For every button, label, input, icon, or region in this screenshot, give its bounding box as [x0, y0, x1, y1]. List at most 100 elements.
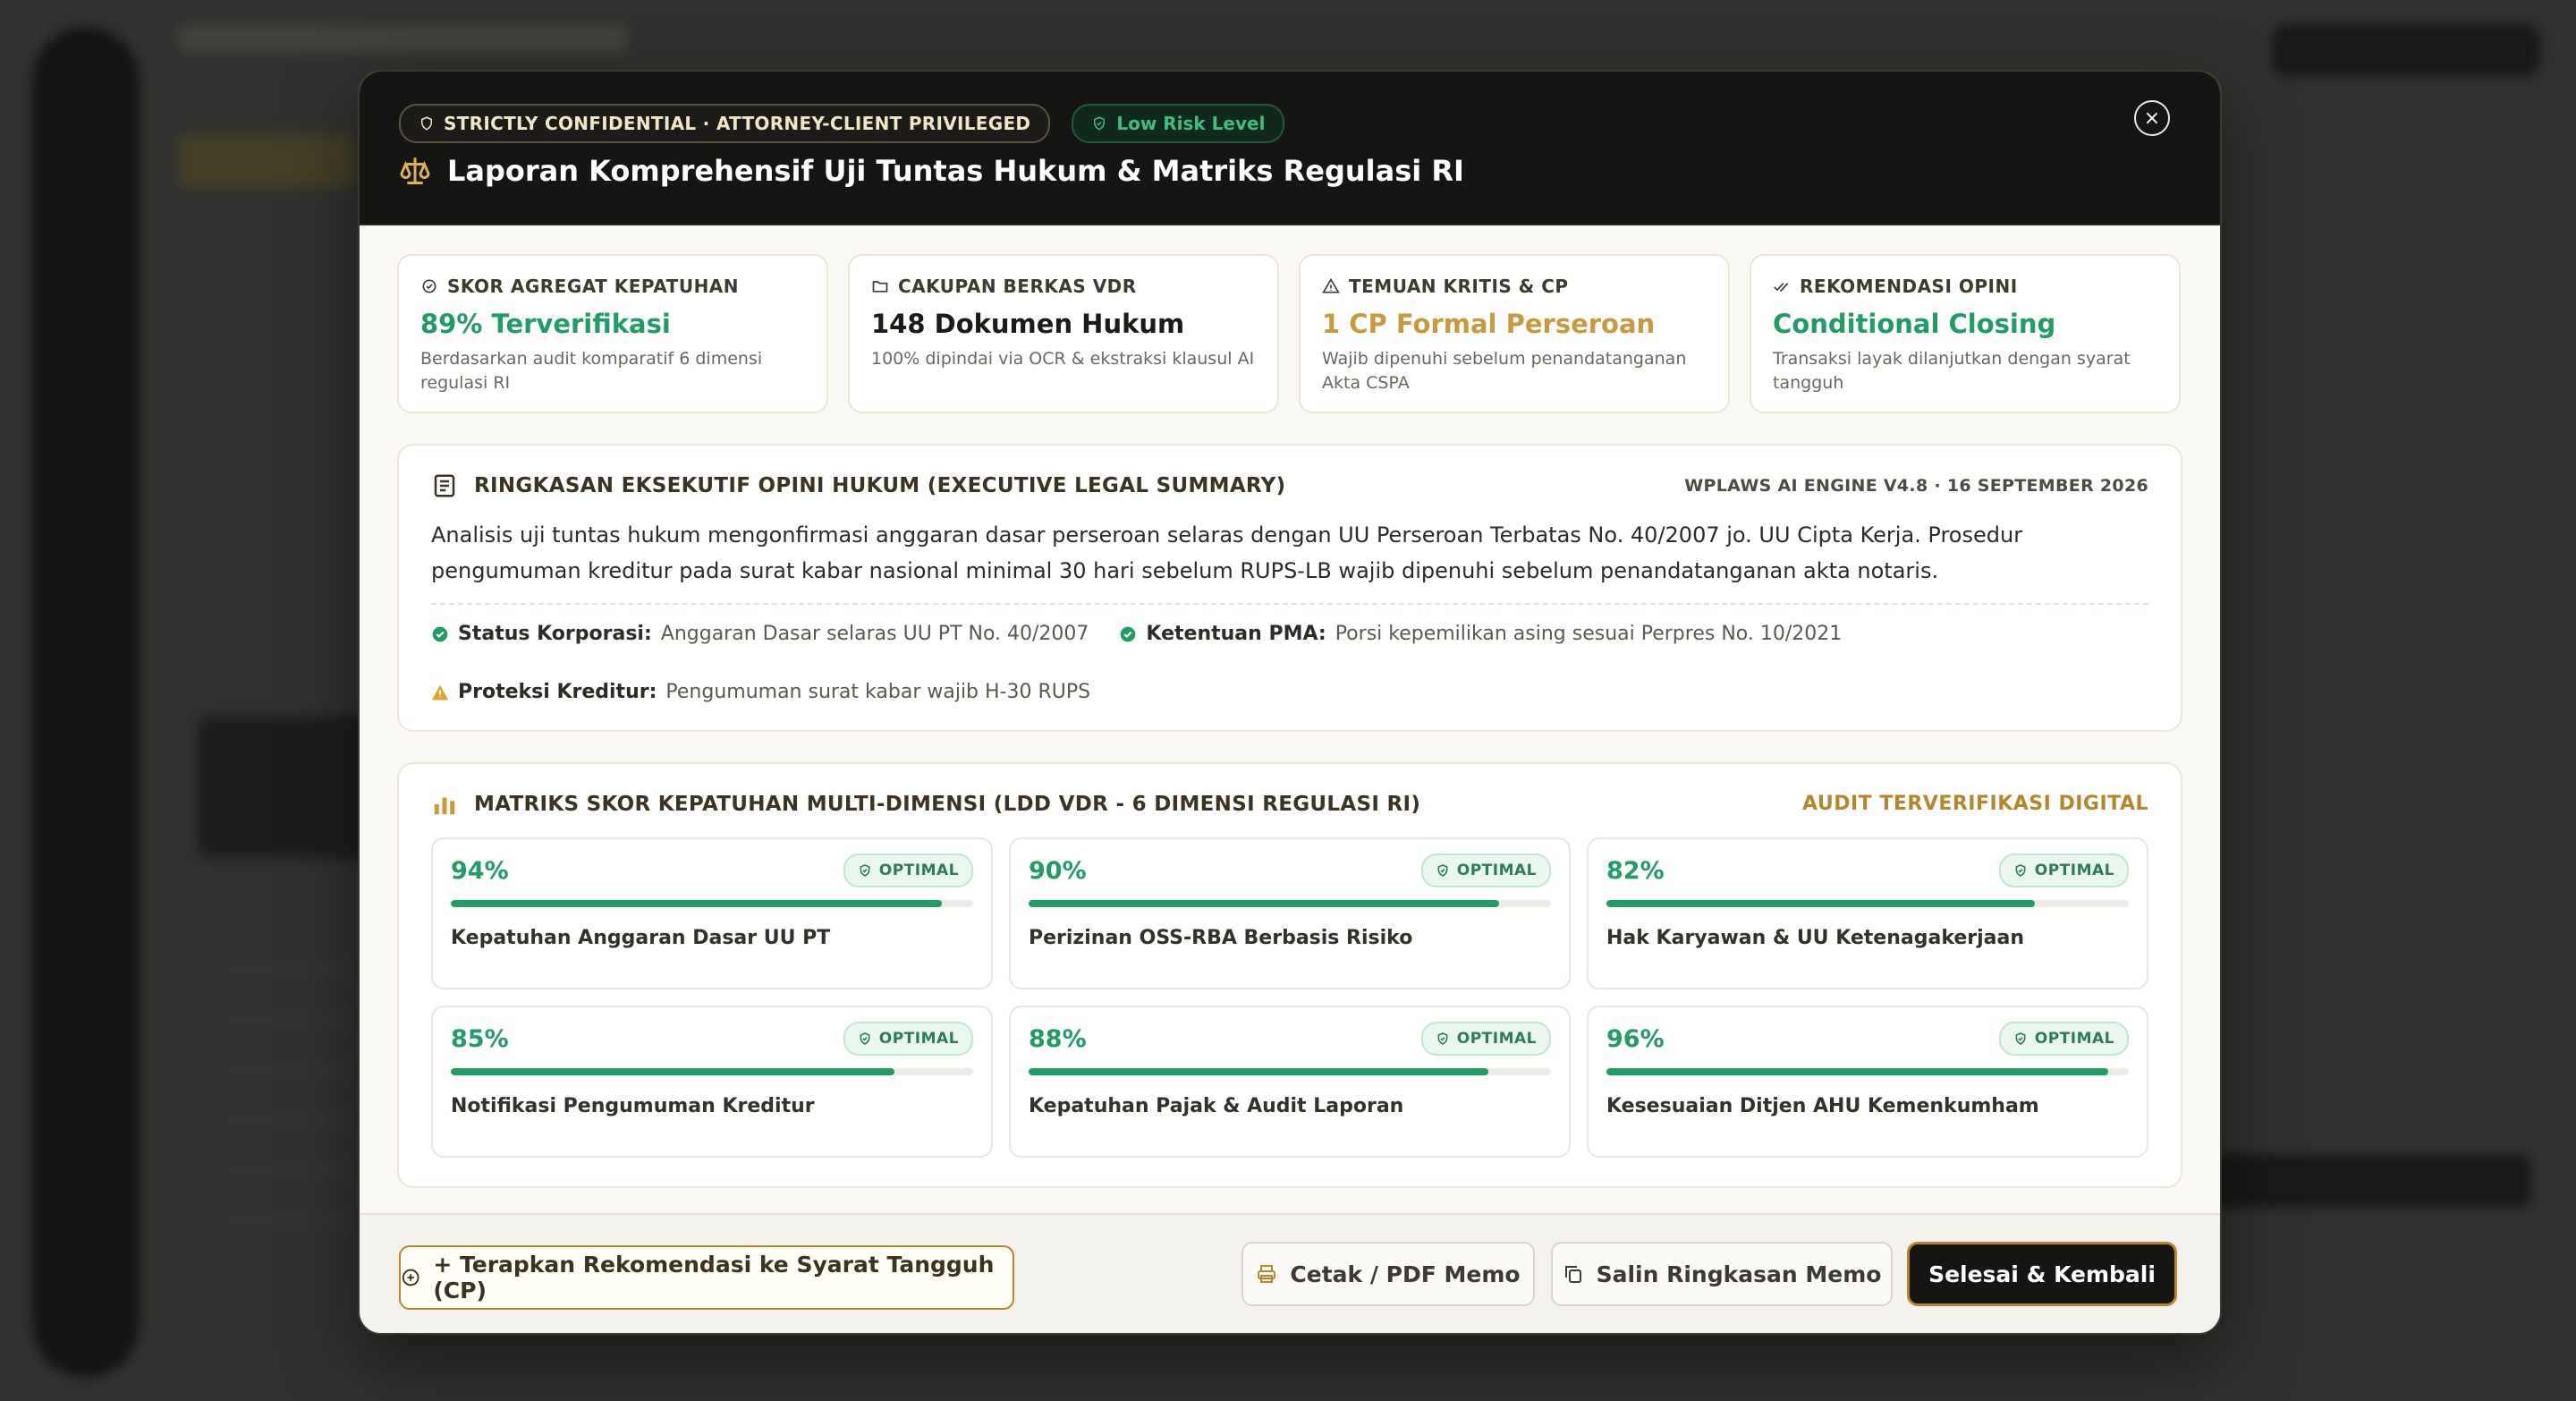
- optimal-badge: OPTIMAL: [1998, 853, 2129, 887]
- finish-return-button[interactable]: Selesai & Kembali: [1907, 1242, 2177, 1306]
- fact-value: Porsi kepemilikan asing sesuai Perpres N…: [1335, 623, 1843, 645]
- confidential-chip: STRICTLY CONFIDENTIAL · ATTORNEY-CLIENT …: [399, 104, 1051, 143]
- fact-value: Anggaran Dasar selaras UU PT No. 40/2007: [660, 623, 1089, 645]
- metric-percent: 96%: [1606, 1024, 1665, 1053]
- optimal-badge: OPTIMAL: [1420, 853, 1551, 887]
- summary-engine-meta: WPLAWS AI ENGINE V4.8 · 16 SEPTEMBER 202…: [1684, 476, 2148, 496]
- folder-icon: [872, 281, 888, 293]
- shield-check-icon: [2015, 1032, 2026, 1045]
- modal-header: STRICTLY CONFIDENTIAL · ATTORNEY-CLIENT …: [360, 72, 2220, 225]
- optimal-badge: OPTIMAL: [843, 853, 973, 887]
- kpi-label: REKOMENDASI OPINI: [1800, 276, 2018, 297]
- print-pdf-button[interactable]: Cetak / PDF Memo: [1241, 1242, 1535, 1306]
- kpi-description: 100% dipindai via OCR & ekstraksi klausu…: [871, 349, 1255, 369]
- progress-bar-fill: [451, 900, 942, 907]
- optimal-badge: OPTIMAL: [1998, 1022, 2129, 1056]
- modal-title-text: Laporan Komprehensif Uji Tuntas Hukum & …: [447, 154, 1464, 188]
- fact-label: Proteksi Kreditur:: [458, 681, 657, 703]
- kpi-label: CAKUPAN BERKAS VDR: [898, 276, 1137, 297]
- progress-bar-fill: [1029, 1068, 1488, 1075]
- kpi-card-opinion-recommendation: REKOMENDASI OPINI Conditional Closing Tr…: [1750, 254, 2181, 413]
- modal-footer: + Terapkan Rekomendasi ke Syarat Tangguh…: [360, 1213, 2220, 1333]
- plus-circle-icon: [402, 1269, 419, 1286]
- summary-heading: RINGKASAN EKSEKUTIF OPINI HUKUM (EXECUTI…: [474, 474, 1286, 497]
- optimal-badge-label: OPTIMAL: [2034, 1030, 2114, 1048]
- shield-icon: [421, 116, 432, 131]
- metric-percent: 85%: [451, 1024, 509, 1053]
- confidential-chip-label: STRICTLY CONFIDENTIAL · ATTORNEY-CLIENT …: [444, 113, 1031, 134]
- warning-triangle-icon: [431, 684, 449, 700]
- metric-name: Kesesuaian Ditjen AHU Kemenkumham: [1606, 1095, 2039, 1117]
- check-circle-icon: [1121, 626, 1136, 641]
- metric-name: Perizinan OSS-RBA Berbasis Risiko: [1029, 927, 1413, 949]
- copy-icon: [1564, 1266, 1581, 1283]
- finish-return-label: Selesai & Kembali: [1928, 1261, 2156, 1287]
- metric-percent: 94%: [451, 856, 509, 885]
- kpi-label: SKOR AGREGAT KEPATUHAN: [447, 276, 740, 297]
- metric-tile: 85% OPTIMAL Notifikasi Pengumuman Kreditur: [431, 1006, 993, 1158]
- progress-bar: [1029, 1068, 1551, 1075]
- metric-percent: 82%: [1606, 856, 1665, 885]
- legal-report-modal: STRICTLY CONFIDENTIAL · ATTORNEY-CLIENT …: [358, 70, 2222, 1335]
- fact-value: Pengumuman surat kabar wajib H-30 RUPS: [665, 681, 1091, 703]
- fact-pma-provision: Ketentuan PMA: Porsi kepemilikan asing s…: [1119, 623, 1842, 645]
- progress-bar-fill: [1606, 900, 2035, 907]
- matrix-audit-meta: AUDIT TERVERIFIKASI DIGITAL: [1802, 793, 2148, 815]
- optimal-badge-label: OPTIMAL: [1456, 862, 1537, 879]
- risk-level-chip: Low Risk Level: [1072, 104, 1285, 143]
- progress-bar: [1606, 1068, 2129, 1075]
- shield-check-icon: [860, 864, 870, 877]
- metric-grid: 94% OPTIMAL Kepatuhan Anggaran Dasar UU PT…: [431, 837, 2148, 1158]
- kpi-value: 89% Terverifikasi: [420, 309, 671, 339]
- copy-summary-button[interactable]: Salin Ringkasan Memo: [1551, 1242, 1893, 1306]
- metric-percent: 88%: [1029, 1024, 1087, 1053]
- warning-icon: [1322, 277, 1340, 293]
- double-check-icon: [1774, 283, 1789, 293]
- fact-corporate-status: Status Korporasi: Anggaran Dasar selaras…: [431, 623, 1089, 645]
- metric-tile: 88% OPTIMAL Kepatuhan Pajak & Audit Lapora…: [1009, 1006, 1571, 1158]
- metric-name: Kepatuhan Pajak & Audit Laporan: [1029, 1095, 1404, 1117]
- kpi-description: Berdasarkan audit komparatif 6 dimensi r…: [420, 349, 763, 393]
- kpi-description: Transaksi layak dilanjutkan dengan syara…: [1773, 349, 2131, 393]
- summary-text: Analisis uji tuntas hukum mengonfirmasi …: [431, 522, 2023, 583]
- printer-icon: [1258, 1265, 1276, 1283]
- apply-recommendation-button[interactable]: + Terapkan Rekomendasi ke Syarat Tangguh…: [399, 1245, 1014, 1310]
- metric-name: Hak Karyawan & UU Ketenagakerjaan: [1606, 927, 2025, 949]
- progress-bar-fill: [1029, 900, 1499, 907]
- summary-divider: [431, 603, 2148, 605]
- optimal-badge-label: OPTIMAL: [2034, 862, 2114, 879]
- kpi-value: 148 Dokumen Hukum: [871, 309, 1185, 339]
- progress-bar-fill: [1606, 1068, 2108, 1075]
- kpi-row: SKOR AGREGAT KEPATUHAN 89% Terverifikasi…: [397, 254, 2182, 413]
- scales-icon: [400, 157, 430, 184]
- shield-check-icon: [1437, 864, 1448, 877]
- metric-tile: 94% OPTIMAL Kepatuhan Anggaran Dasar UU PT: [431, 837, 993, 989]
- executive-summary-card: RINGKASAN EKSEKUTIF OPINI HUKUM (EXECUTI…: [397, 444, 2182, 732]
- kpi-card-critical-findings: TEMUAN KRITIS & CP 1 CP Formal Perseroan…: [1299, 254, 1730, 413]
- kpi-description: Wajib dipenuhi sebelum penandatanganan A…: [1322, 349, 1687, 393]
- fact-creditor-protection: Proteksi Kreditur: Pengumuman surat kaba…: [431, 681, 1090, 703]
- kpi-card-vdr-coverage: CAKUPAN BERKAS VDR 148 Dokumen Hukum 100…: [848, 254, 1279, 413]
- kpi-card-compliance-score: SKOR AGREGAT KEPATUHAN 89% Terverifikasi…: [397, 254, 828, 413]
- fact-label: Ketentuan PMA:: [1146, 623, 1326, 645]
- compliance-matrix-card: MATRIKS SKOR KEPATUHAN MULTI-DIMENSI (LD…: [397, 762, 2182, 1188]
- progress-bar: [451, 1068, 973, 1075]
- metric-tile: 96% OPTIMAL Kesesuaian Ditjen AHU Kemenkum…: [1587, 1006, 2148, 1158]
- close-icon: ×: [2143, 106, 2161, 130]
- fact-label: Status Korporasi:: [458, 623, 652, 645]
- copy-summary-label: Salin Ringkasan Memo: [1596, 1261, 1882, 1287]
- optimal-badge-label: OPTIMAL: [878, 1030, 959, 1048]
- metric-name: Kepatuhan Anggaran Dasar UU PT: [451, 927, 831, 949]
- modal-title: Laporan Komprehensif Uji Tuntas Hukum & …: [399, 154, 1464, 188]
- metric-percent: 90%: [1029, 856, 1087, 885]
- close-button[interactable]: ×: [2134, 100, 2170, 136]
- shield-check-icon: [860, 1032, 870, 1045]
- modal-body: SKOR AGREGAT KEPATUHAN 89% Terverifikasi…: [397, 254, 2182, 1188]
- progress-bar: [451, 900, 973, 907]
- risk-level-label: Low Risk Level: [1116, 113, 1266, 134]
- kpi-label: TEMUAN KRITIS & CP: [1349, 276, 1569, 297]
- optimal-badge-label: OPTIMAL: [878, 862, 959, 879]
- kpi-value: Conditional Closing: [1773, 309, 2056, 339]
- apply-recommendation-label: + Terapkan Rekomendasi ke Syarat Tangguh…: [433, 1252, 995, 1303]
- shield-check-icon: [2015, 864, 2026, 877]
